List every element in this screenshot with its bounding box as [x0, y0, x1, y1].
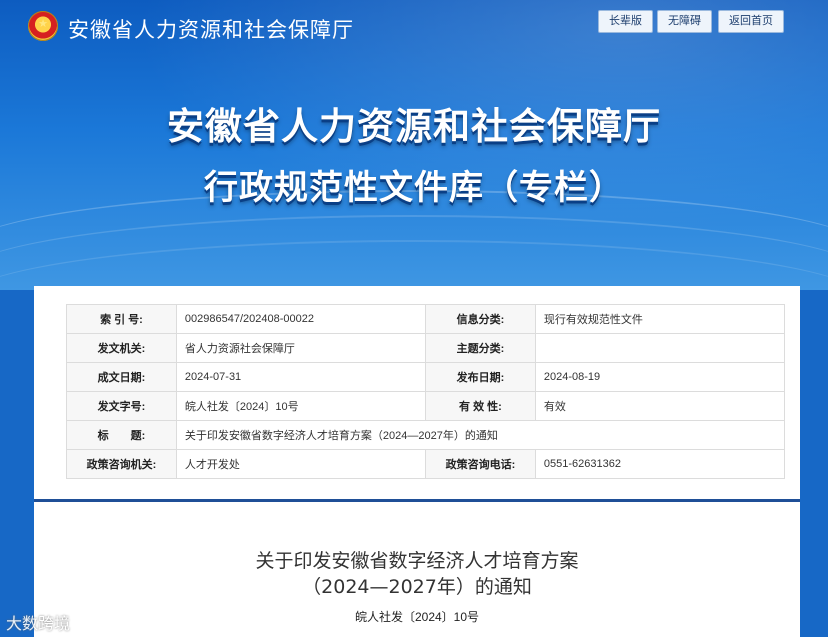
document-meta-table: 索 引 号: 002986547/202408-00022 信息分类: 现行有效… — [66, 304, 786, 479]
table-row: 政策咨询机关: 人才开发处 政策咨询电话: 0551-62631362 — [66, 449, 786, 479]
watermark-logo: 大数跨境 — [6, 614, 71, 633]
table-row: 发文字号: 皖人社发〔2024〕10号 有 效 性: 有效 — [66, 391, 786, 421]
table-row: 发文机关: 省人力资源社会保障厅 主题分类: — [66, 333, 786, 363]
meta-key: 发布日期: — [424, 362, 536, 392]
document-number: 皖人社发〔2024〕10号 — [354, 610, 480, 624]
elder-version-button[interactable]: 长辈版 — [598, 10, 653, 33]
meta-value: 2024-07-31 — [175, 362, 426, 392]
meta-value: 皖人社发〔2024〕10号 — [175, 391, 426, 421]
home-button[interactable]: 返回首页 — [718, 10, 784, 33]
meta-value: 人才开发处 — [175, 449, 426, 479]
header-banner: ★ 安徽省人力资源和社会保障厅 长辈版 无障碍 返回首页 安徽省人力资源和社会保… — [0, 0, 828, 290]
table-row: 成文日期: 2024-07-31 发布日期: 2024-08-19 — [66, 362, 786, 392]
national-emblem-icon: ★ — [28, 11, 58, 41]
meta-key: 发文机关: — [66, 333, 177, 363]
document-title-line: 关于印发安徽省数字经济人才培育方案 — [255, 550, 579, 572]
meta-title-value: 关于印发安徽省数字经济人才培育方案（2024—2027年）的通知 — [175, 420, 786, 450]
meta-value: 省人力资源社会保障厅 — [175, 333, 426, 363]
meta-key: 政策咨询电话: — [424, 449, 536, 479]
meta-key: 信息分类: — [424, 304, 536, 334]
meta-key: 成文日期: — [66, 362, 177, 392]
document-title: 关于印发安徽省数字经济人才培育方案 （2024—2027年）的通知 — [34, 548, 800, 600]
meta-value: 0551-62631362 — [534, 449, 786, 479]
meta-value: 有效 — [534, 391, 786, 421]
meta-key: 政策咨询机关: — [66, 449, 177, 479]
meta-key: 主题分类: — [424, 333, 536, 363]
meta-value: 现行有效规范性文件 — [534, 304, 786, 334]
table-row: 索 引 号: 002986547/202408-00022 信息分类: 现行有效… — [66, 304, 786, 334]
content-panel: 索 引 号: 002986547/202408-00022 信息分类: 现行有效… — [34, 286, 800, 637]
meta-value — [534, 333, 786, 363]
meta-key: 发文字号: — [66, 391, 177, 421]
banner-subtitle: 行政规范性文件库（专栏） — [204, 168, 624, 208]
meta-key: 标 题: — [66, 420, 177, 450]
meta-key: 有 效 性: — [424, 391, 536, 421]
meta-key: 索 引 号: — [66, 304, 177, 334]
meta-value: 2024-08-19 — [534, 362, 786, 392]
section-divider — [34, 499, 800, 502]
meta-value: 002986547/202408-00022 — [175, 304, 426, 334]
table-row: 标 题: 关于印发安徽省数字经济人才培育方案（2024—2027年）的通知 — [66, 420, 786, 450]
document-title-line: （2024—2027年）的通知 — [302, 576, 532, 598]
site-name[interactable]: 安徽省人力资源和社会保障厅 — [68, 14, 354, 44]
accessibility-button[interactable]: 无障碍 — [657, 10, 712, 33]
banner-title: 安徽省人力资源和社会保障厅 — [167, 105, 661, 148]
